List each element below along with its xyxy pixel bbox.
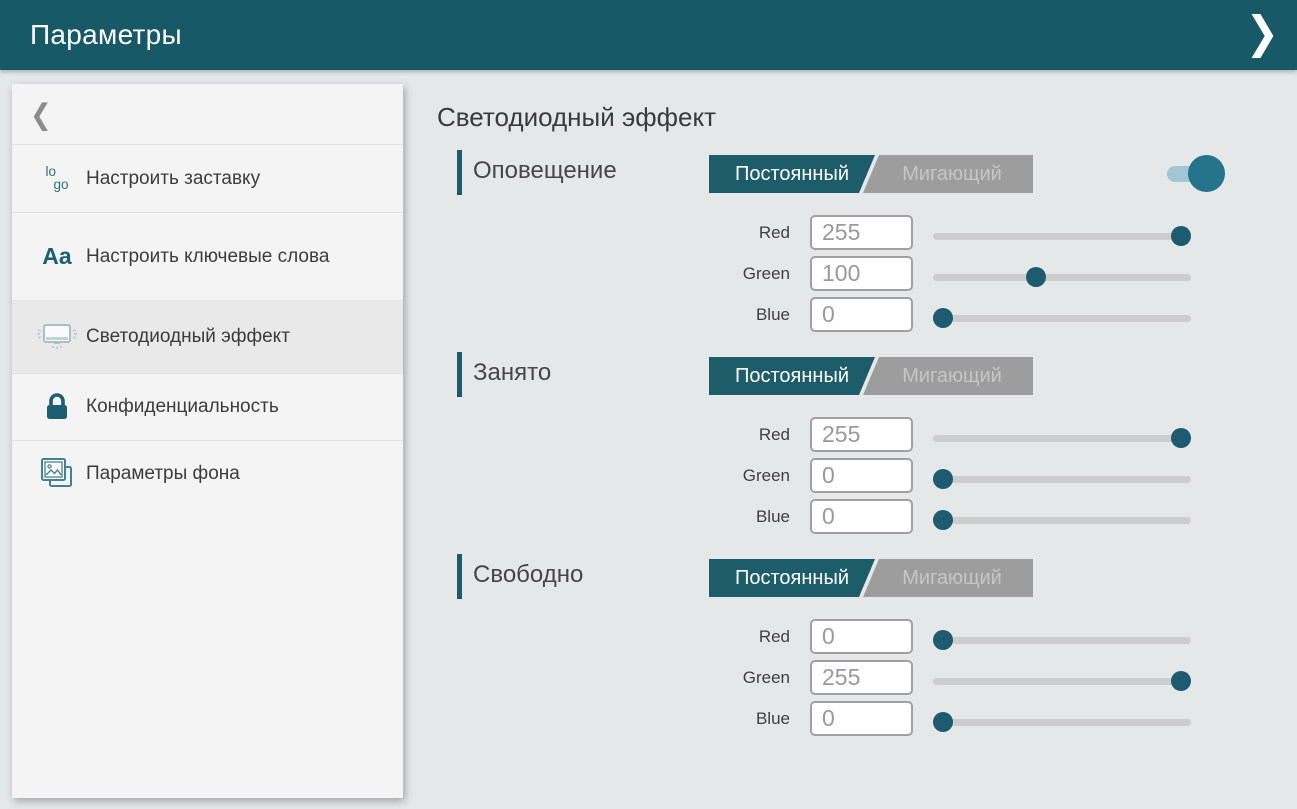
rgb-row-green: Green [457,657,1237,698]
settings-sidebar: ❮ logo Настроить заставку Aa Настроить к… [12,84,403,798]
red-slider[interactable] [933,428,1191,448]
blue-label: Blue [670,305,790,325]
red-value-input[interactable] [810,619,913,654]
section-accent-bar [457,352,462,397]
sidebar-item-privacy[interactable]: Конфиденциальность [12,373,403,440]
chevron-left-icon: ❮ [30,97,52,131]
blue-slider[interactable] [933,712,1191,732]
slider-track [933,274,1191,281]
lock-icon [34,392,80,422]
sidebar-item-background[interactable]: Параметры фона [12,440,403,507]
slider-thumb[interactable] [1026,267,1046,287]
slider-track [933,315,1191,322]
green-value-input[interactable] [810,256,913,291]
green-value-input[interactable] [810,458,913,493]
slider-track [933,637,1191,644]
slider-track [933,233,1191,240]
mode-option-blinking[interactable]: Мигающий [863,357,1033,395]
content-title: Светодиодный эффект [437,102,716,133]
red-label: Red [670,223,790,243]
mode-option-constant[interactable]: Постоянный [709,357,875,395]
sidebar-item-label: Конфиденциальность [86,394,279,420]
sidebar-item-keywords[interactable]: Aa Настроить ключевые слова [12,212,403,300]
blue-slider[interactable] [933,510,1191,530]
keywords-icon: Aa [34,241,80,272]
mode-option-blinking[interactable]: Мигающий [863,559,1033,597]
blue-value-input[interactable] [810,701,913,736]
sidebar-collapse-button[interactable]: ❮ [12,84,403,144]
rgb-row-red: Red [457,212,1237,253]
rgb-row-red: Red [457,414,1237,455]
slider-track [933,476,1191,483]
slider-thumb[interactable] [1171,226,1191,246]
green-slider[interactable] [933,267,1191,287]
sidebar-item-label: Параметры фона [86,461,240,487]
chevron-right-icon[interactable]: ❯ [1245,11,1279,55]
slider-thumb[interactable] [1171,428,1191,448]
mode-segmented-control: Постоянный Мигающий [709,155,1025,193]
green-label: Green [670,668,790,688]
green-slider[interactable] [933,671,1191,691]
rgb-row-blue: Blue [457,294,1237,335]
sidebar-item-label: Настроить ключевые слова [86,244,329,270]
section-accent-bar [457,554,462,599]
slider-thumb[interactable] [933,469,953,489]
mode-option-blinking[interactable]: Мигающий [863,155,1033,193]
section-title: Оповещение [473,157,617,185]
green-label: Green [670,466,790,486]
rgb-rows: Red Green Blue [457,212,1237,335]
slider-track [933,517,1191,524]
slider-thumb[interactable] [933,510,953,530]
rgb-row-red: Red [457,616,1237,657]
sidebar-item-label: Светодиодный эффект [86,324,290,350]
blue-label: Blue [670,507,790,527]
toggle-thumb [1188,155,1225,192]
sidebar-item-label: Настроить заставку [86,166,260,192]
blue-value-input[interactable] [810,499,913,534]
rgb-rows: Red Green Blue [457,616,1237,739]
red-slider[interactable] [933,630,1191,650]
page-title: Параметры [30,19,182,51]
rgb-rows: Red Green Blue [457,414,1237,537]
blue-slider[interactable] [933,308,1191,328]
mode-segmented-control: Постоянный Мигающий [709,357,1025,395]
mode-option-constant[interactable]: Постоянный [709,155,875,193]
blue-value-input[interactable] [810,297,913,332]
background-images-icon [34,457,80,491]
rgb-row-blue: Blue [457,698,1237,739]
blue-label: Blue [670,709,790,729]
section-notification: Оповещение Постоянный Мигающий Red Green [457,150,1237,350]
notification-toggle-switch[interactable] [1167,155,1225,192]
red-value-input[interactable] [810,417,913,452]
section-title: Свободно [473,561,583,589]
mode-option-constant[interactable]: Постоянный [709,559,875,597]
red-slider[interactable] [933,226,1191,246]
slider-thumb[interactable] [933,308,953,328]
green-label: Green [670,264,790,284]
red-value-input[interactable] [810,215,913,250]
app-header: Параметры ❯ [0,0,1297,70]
section-free: Свободно Постоянный Мигающий Red Green [457,554,1237,754]
red-label: Red [670,627,790,647]
rgb-row-blue: Blue [457,496,1237,537]
logo-icon: logo [34,166,80,192]
slider-track [933,435,1191,442]
slider-track [933,678,1191,685]
slider-thumb[interactable] [1171,671,1191,691]
green-slider[interactable] [933,469,1191,489]
slider-thumb[interactable] [933,630,953,650]
rgb-row-green: Green [457,455,1237,496]
section-title: Занято [473,359,551,387]
section-accent-bar [457,150,462,195]
slider-thumb[interactable] [933,712,953,732]
section-busy: Занято Постоянный Мигающий Red Green [457,352,1237,552]
sidebar-item-led-effect[interactable]: Светодиодный эффект [12,300,403,373]
sidebar-item-screensaver[interactable]: logo Настроить заставку [12,144,403,212]
green-value-input[interactable] [810,660,913,695]
rgb-row-green: Green [457,253,1237,294]
mode-segmented-control: Постоянный Мигающий [709,559,1025,597]
led-monitor-icon [34,322,80,352]
red-label: Red [670,425,790,445]
slider-track [933,719,1191,726]
